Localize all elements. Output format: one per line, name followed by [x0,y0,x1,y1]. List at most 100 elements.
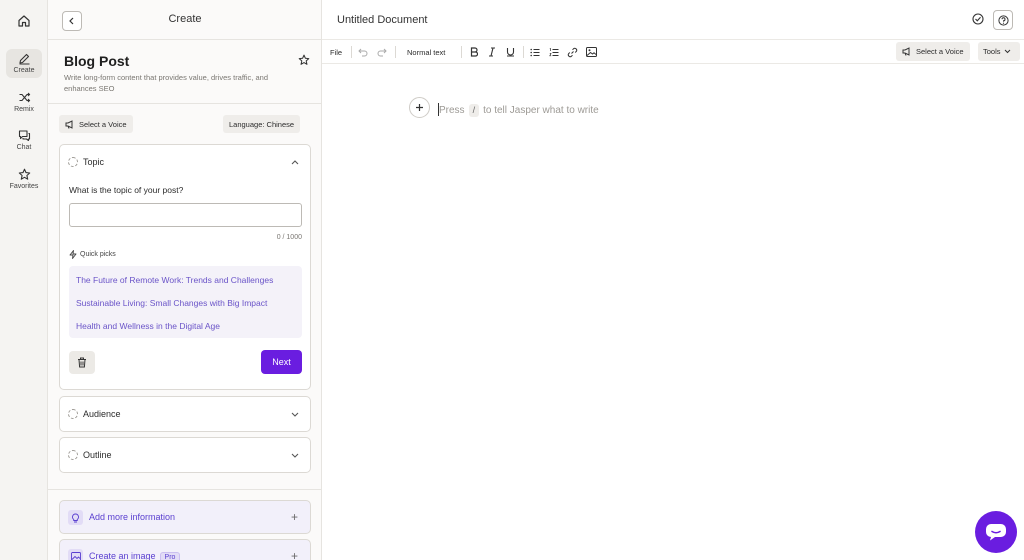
check-circle-icon[interactable] [972,13,984,25]
panel-header: Create [48,0,321,40]
image-icon [586,47,597,57]
star-icon [18,168,30,180]
italic-button[interactable] [488,40,496,64]
document-area: Untitled Document File Normal text Selec… [322,0,1024,560]
toolbar-separator [395,46,396,58]
select-voice-label: Select a Voice [79,119,127,129]
audience-title: Audience [83,409,121,419]
tools-dropdown[interactable]: Tools [978,42,1020,61]
outline-title: Outline [83,450,112,460]
rail-create-label: Create [13,67,35,74]
add-block-button[interactable] [409,97,430,118]
topic-status-icon [68,157,78,167]
megaphone-icon [902,47,910,56]
quick-pick-item[interactable]: Sustainable Living: Small Changes with B… [76,298,267,308]
pro-badge: Pro [159,552,181,560]
quick-pick-item[interactable]: The Future of Remote Work: Trends and Ch… [76,275,273,285]
file-menu[interactable]: File [330,40,342,64]
outline-card[interactable]: Outline [59,437,311,473]
quick-picks-label: Quick picks [69,250,116,259]
topic-card: Topic What is the topic of your post? 0 … [59,144,311,390]
rail-remix[interactable]: Remix [6,89,42,117]
divider [48,103,321,104]
redo-button[interactable] [377,40,387,64]
document-title[interactable]: Untitled Document [337,14,428,26]
rail-home[interactable] [6,10,42,32]
toolbar-select-voice-label: Select a Voice [916,47,964,56]
placeholder-instruction: to tell Jasper what to write [483,105,599,116]
numbered-list-icon [549,47,559,56]
chat-support-button[interactable] [975,511,1017,553]
rail-create[interactable]: Create [6,49,42,78]
chat-icon [18,130,30,142]
bold-button[interactable] [470,40,478,64]
quick-picks-text: Quick picks [80,251,116,258]
chevron-down-icon[interactable] [291,412,299,418]
template-title: Blog Post [64,53,130,69]
template-description: Write long-form content that provides va… [64,73,268,93]
plus-icon: + [291,549,299,560]
bold-icon [470,47,478,57]
rail-chat-label: Chat [16,144,32,151]
rail-chat[interactable]: Chat [6,127,42,155]
char-counter: 0 / 1000 [276,234,302,241]
bullet-list-button[interactable] [530,40,540,64]
create-image-label: Create an image [89,551,156,560]
editor-toolbar: File Normal text Select a Voice Tools [322,40,1024,64]
trash-icon [78,357,86,368]
chevron-up-icon[interactable] [291,159,299,165]
undo-button[interactable] [358,40,368,64]
redo-icon [377,48,387,56]
rail-favorites[interactable]: Favorites [6,166,42,194]
slash-key: / [468,104,480,117]
link-button[interactable] [567,40,578,64]
lightning-icon [69,250,77,259]
add-more-information-button[interactable]: Add more information + [59,500,311,534]
help-icon [997,14,1009,26]
next-button[interactable]: Next [261,350,302,374]
underline-button[interactable] [506,40,515,64]
create-image-button[interactable]: Create an image Pro + [59,539,311,560]
home-icon [18,15,30,27]
italic-icon [489,47,495,57]
insert-image-button[interactable] [586,40,597,64]
megaphone-icon [65,119,73,129]
underline-icon [506,48,515,57]
plus-icon [416,104,423,111]
select-voice-button[interactable]: Select a Voice [59,115,133,133]
chevron-down-icon[interactable] [291,453,299,459]
audience-card[interactable]: Audience [59,396,311,432]
create-panel: Create Blog Post Write long-form content… [48,0,322,560]
help-button[interactable] [993,10,1013,30]
chat-bubble-icon [986,524,1006,541]
tools-label: Tools [983,47,1001,56]
create-image-label-wrap: Create an image Pro [89,551,181,560]
numbered-list-button[interactable] [549,40,559,64]
rail-remix-label: Remix [14,106,34,113]
image-icon [68,549,83,560]
toolbar-select-voice-button[interactable]: Select a Voice [896,42,970,61]
link-icon [567,47,578,57]
topic-input[interactable] [69,203,302,227]
outline-status-icon [68,450,78,460]
quick-pick-item[interactable]: Health and Wellness in the Digital Age [76,321,220,331]
toolbar-separator [461,46,462,58]
toolbar-separator [351,46,352,58]
plus-icon: + [291,510,299,524]
language-button[interactable]: Language: Chinese [223,115,301,133]
topic-title: Topic [83,157,105,167]
editor-placeholder[interactable]: Press / to tell Jasper what to write [439,104,599,117]
document-topbar: Untitled Document [322,0,1024,40]
rail-favorites-label: Favorites [9,183,39,190]
text-style-dropdown[interactable]: Normal text [407,40,445,64]
quick-picks-list: The Future of Remote Work: Trends and Ch… [69,266,302,338]
bullet-list-icon [530,48,540,56]
lightbulb-icon [68,510,83,525]
delete-button[interactable] [69,351,95,374]
pen-icon [18,53,29,65]
topic-question: What is the topic of your post? [69,185,184,195]
favorite-star-icon[interactable] [298,54,310,66]
add-more-information-label: Add more information [89,512,176,522]
audience-status-icon [68,409,78,419]
panel-title: Create [168,13,202,25]
